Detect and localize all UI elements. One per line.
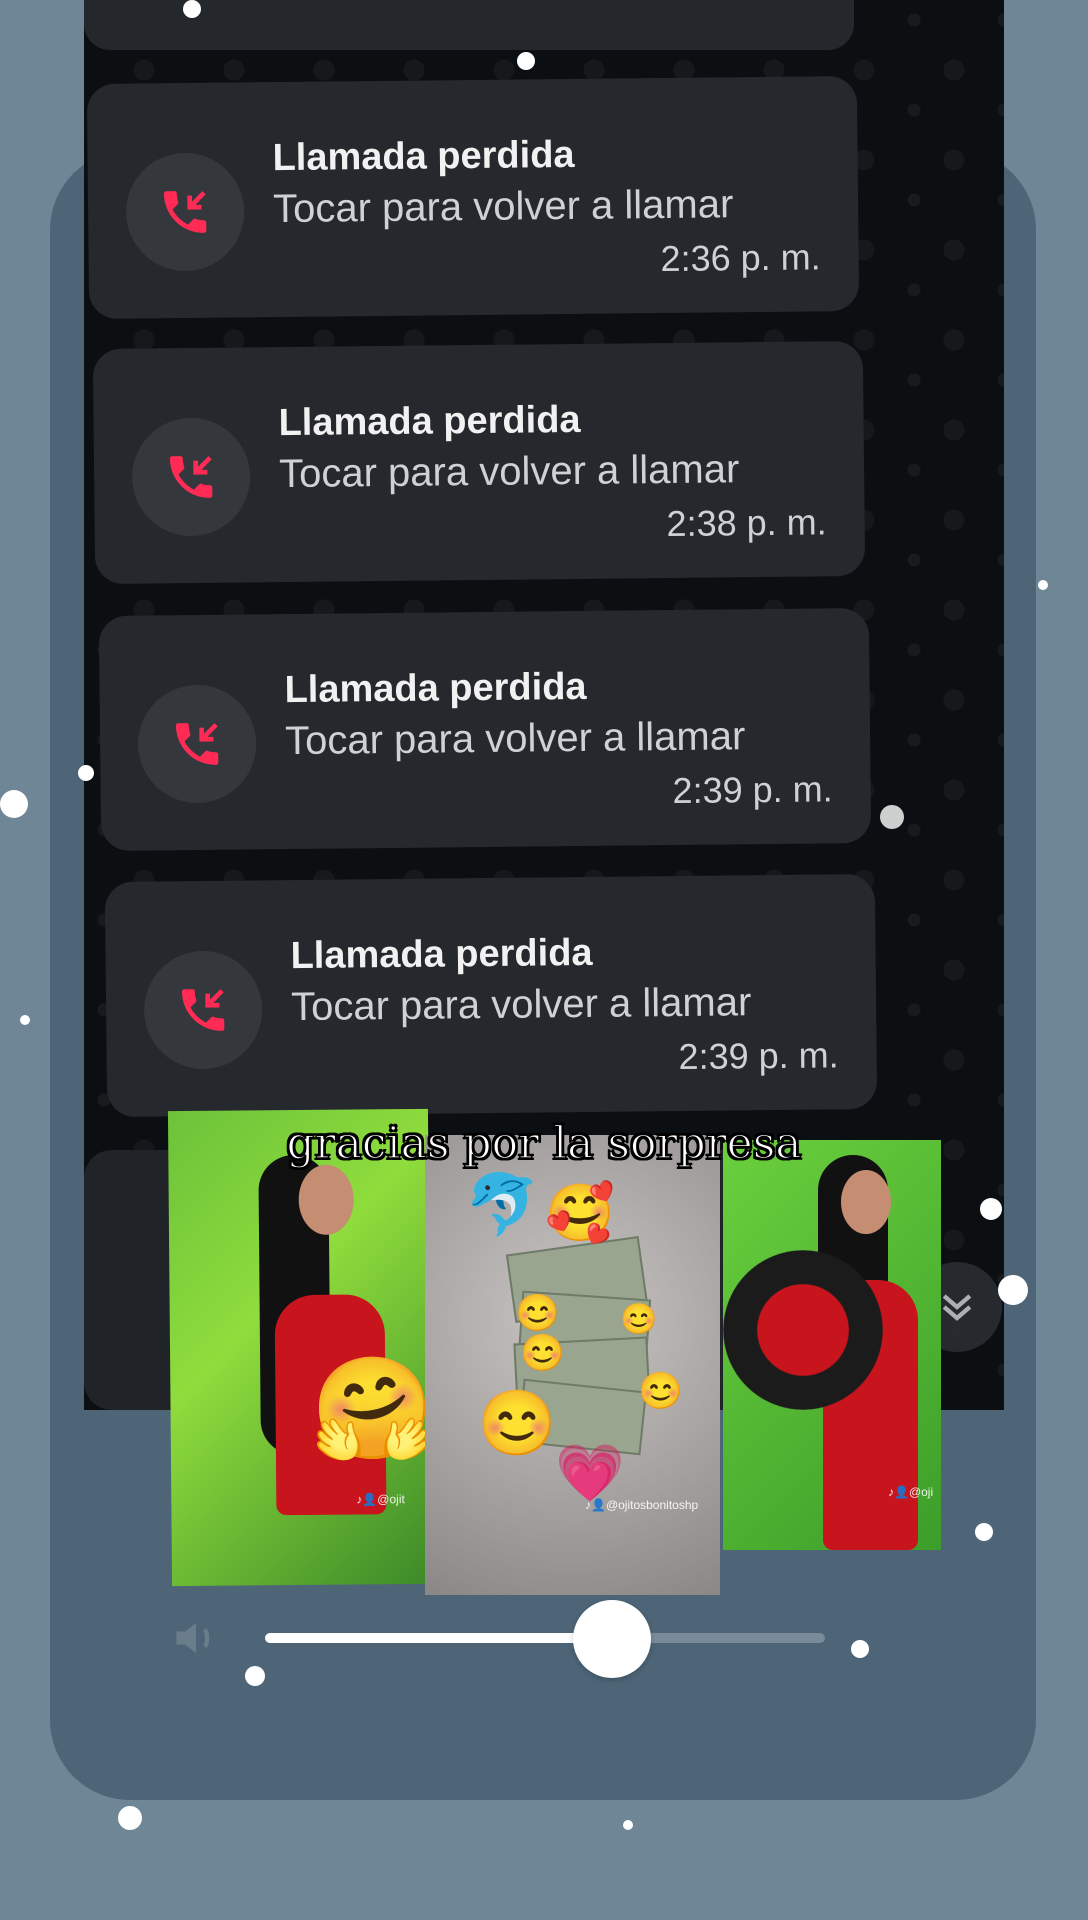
snow-particle	[998, 1275, 1028, 1305]
snow-particle	[183, 0, 201, 18]
call-title: Llamada perdida	[272, 133, 575, 180]
volume-track[interactable]	[265, 1600, 825, 1678]
snow-particle	[980, 1198, 1002, 1220]
call-subtitle: Tocar para volver a llamar	[272, 182, 734, 232]
snow-particle	[0, 790, 28, 818]
call-time: 2:39 p. m.	[678, 1034, 839, 1078]
snow-particle	[78, 765, 94, 781]
call-title: Llamada perdida	[278, 398, 581, 445]
watermark: ♪👤@ojit	[356, 1492, 405, 1507]
snow-particle	[975, 1523, 993, 1541]
missed-call-bubble[interactable]: Llamada perdida Tocar para volver a llam…	[104, 873, 878, 1118]
photo-girl-bouquet: ♪👤@oji	[723, 1140, 941, 1550]
call-subtitle: Tocar para volver a llamar	[278, 447, 740, 497]
snow-particle	[20, 1015, 30, 1025]
photo-collage: 🤗 ♪👤@ojit 🐬 🥰 😊 😊 😊 😊 😊 💗 ♪👤@ojitosbonit…	[0, 1108, 1088, 1595]
video-caption: gracias por la sorpresa	[286, 1117, 803, 1170]
smiling-hearts-emoji: 🥰	[545, 1181, 615, 1244]
missed-call-bubble[interactable]: Llamada perdida Tocar para volver a llam…	[98, 607, 872, 852]
photo-money-gift: 🐬 🥰 😊 😊 😊 😊 😊 💗 ♪👤@ojitosbonitoshp	[425, 1135, 720, 1595]
missed-call-icon[interactable]	[131, 417, 251, 537]
call-title: Llamada perdida	[284, 665, 587, 712]
snow-particle	[880, 805, 904, 829]
dolphin-emoji: 🐬	[465, 1171, 540, 1238]
missed-call-bubble[interactable]: Llamada perdida Tocar para volver a llam…	[92, 340, 866, 585]
heart-emoji: 💗	[555, 1441, 625, 1504]
call-subtitle: Tocar para volver a llamar	[284, 714, 746, 764]
snow-particle	[1038, 580, 1048, 590]
missed-call-icon[interactable]	[143, 950, 263, 1070]
missed-call-bubble[interactable]: Llamada perdida Tocar para volver a llam…	[86, 75, 860, 320]
snow-particle	[851, 1640, 869, 1658]
smiling-emoji: 😊	[477, 1387, 557, 1459]
call-time: 2:38 p. m.	[666, 501, 827, 545]
snow-particle	[118, 1806, 142, 1830]
smiling-emoji: 😊	[620, 1303, 658, 1336]
smiling-emoji: 😊	[520, 1332, 565, 1373]
watermark: ♪👤@ojitosbonitoshp	[585, 1498, 699, 1512]
call-subtitle: Tocar para volver a llamar	[290, 980, 752, 1030]
watermark: ♪👤@oji	[888, 1485, 934, 1499]
missed-call-icon[interactable]	[137, 684, 257, 804]
volume-control[interactable]	[170, 1600, 830, 1678]
photo-girl-red-dress: 🤗 ♪👤@ojit	[167, 1108, 433, 1587]
missed-call-icon[interactable]	[125, 152, 245, 272]
smiling-emoji: 😊	[515, 1292, 560, 1333]
snow-particle	[245, 1666, 265, 1686]
hugging-face-emoji: 🤗	[310, 1352, 433, 1466]
snow-particle	[517, 52, 535, 70]
snow-particle	[623, 1820, 633, 1830]
speaker-muted-icon[interactable]	[170, 1612, 222, 1664]
call-time: 2:36 p. m.	[660, 236, 821, 280]
call-title: Llamada perdida	[290, 931, 593, 978]
volume-slider-thumb[interactable]	[573, 1600, 652, 1678]
smiling-emoji: 😊	[638, 1370, 683, 1411]
volume-fill	[265, 1633, 613, 1643]
call-time: 2:39 p. m.	[672, 768, 833, 812]
